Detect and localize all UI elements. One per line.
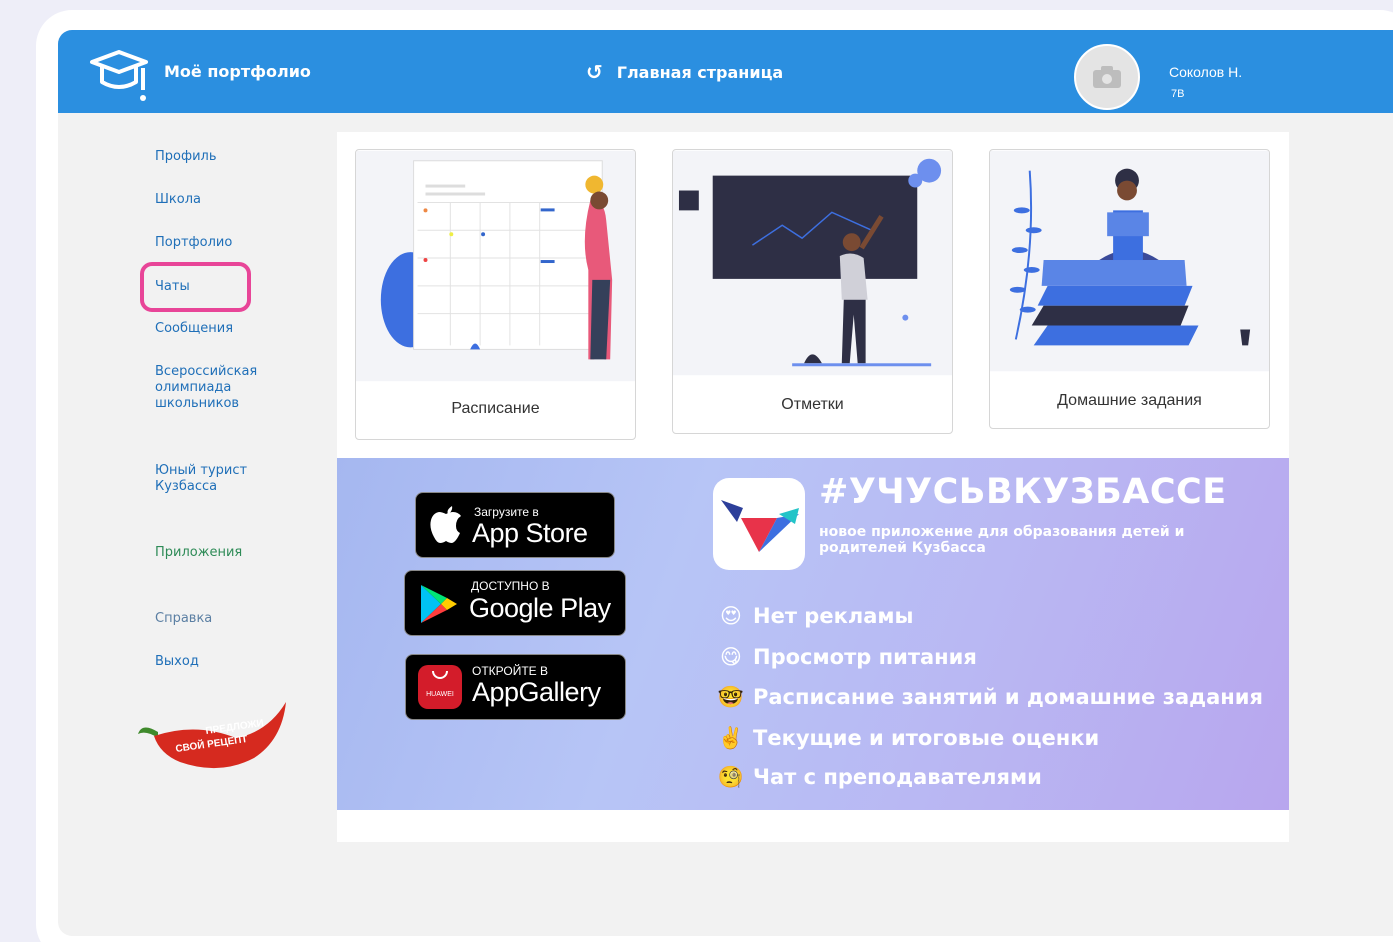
grades-illustration <box>673 150 952 376</box>
feature-item: 😋 Просмотр питания <box>717 643 977 671</box>
sidebar-item-young-tourist[interactable]: Юный турист Кузбасса <box>155 463 247 495</box>
home-link-label: Главная страница <box>616 62 784 82</box>
feature-text: Текущие и итоговые оценки <box>753 726 1100 750</box>
sidebar-item-profile[interactable]: Профиль <box>155 149 217 165</box>
user-class: 7В <box>1171 88 1185 100</box>
card-label: Отметки <box>781 396 844 413</box>
app-screen: Моё портфолио ↺ Главная страница Соколов… <box>58 30 1393 936</box>
chats-highlight <box>140 262 251 312</box>
nerd-emoji-icon: 🤓 <box>717 684 745 709</box>
card-schedule[interactable]: Расписание <box>355 149 636 440</box>
sidebar-item-messages[interactable]: Сообщения <box>155 321 233 337</box>
googleplay-small-label: ДОСТУПНО В <box>471 579 550 593</box>
homework-illustration <box>990 150 1269 372</box>
sidebar-item-logout[interactable]: Выход <box>155 654 199 670</box>
huawei-icon: HUAWEI <box>418 665 462 709</box>
googleplay-big-label: Google Play <box>469 593 611 623</box>
v-logo-icon <box>721 500 799 552</box>
feature-item: 😍 Нет рекламы <box>717 602 914 630</box>
top-bar: Моё портфолио ↺ Главная страница Соколов… <box>58 30 1393 113</box>
app-title[interactable]: Моё портфолио <box>164 62 311 81</box>
feature-text: Расписание занятий и домашние задания <box>753 685 1263 709</box>
googleplay-button[interactable]: ДОСТУПНО В Google Play <box>404 570 626 636</box>
feature-text: Чат с преподавателями <box>753 765 1042 789</box>
huawei-brand-label: HUAWEI <box>426 691 454 698</box>
avatar[interactable] <box>1074 44 1140 110</box>
feature-item: 🧐 Чат с преподавателями <box>717 763 1042 791</box>
appstore-button[interactable]: Загрузите в App Store <box>415 492 615 558</box>
appgallery-small-label: ОТКРОЙТЕ В <box>472 664 549 678</box>
sidebar-item-apps[interactable]: Приложения <box>155 545 242 561</box>
card-grades[interactable]: Отметки <box>672 149 953 434</box>
feature-item: 🤓 Расписание занятий и домашние задания <box>717 683 1263 711</box>
victory-hand-emoji-icon: ✌️ <box>717 725 745 750</box>
yum-emoji-icon: 😋 <box>720 645 742 669</box>
main-panel: Расписание Отметки Домашние задания Загр… <box>337 132 1289 842</box>
recipe-promo-pepper[interactable]: ПРЕДЛОЖИ СВОЙ РЕЦЕПТ <box>136 700 288 772</box>
google-play-icon <box>421 585 457 623</box>
sidebar-item-portfolio[interactable]: Портфолио <box>155 235 232 251</box>
apple-icon <box>430 506 461 543</box>
app-logo[interactable] <box>713 478 805 570</box>
schedule-illustration <box>356 150 635 382</box>
feature-item: ✌️ Текущие и итоговые оценки <box>717 724 1099 752</box>
feature-text: Нет рекламы <box>753 604 914 628</box>
sidebar: Профиль Школа Портфолио Чаты Сообщения В… <box>58 113 328 936</box>
card-label: Домашние задания <box>1057 392 1202 409</box>
monocle-emoji-icon: 🧐 <box>717 764 745 789</box>
bag-icon <box>432 671 448 679</box>
home-link[interactable]: ↺ Главная страница <box>586 60 783 84</box>
graduation-cap-icon <box>90 50 148 101</box>
appstore-big-label: App Store <box>472 518 588 548</box>
appgallery-big-label: AppGallery <box>472 677 601 707</box>
camera-icon <box>1093 66 1121 88</box>
appstore-small-label: Загрузите в <box>474 505 539 519</box>
appgallery-button[interactable]: HUAWEI ОТКРОЙТЕ В AppGallery <box>405 654 626 720</box>
card-homework[interactable]: Домашние задания <box>989 149 1270 429</box>
sidebar-item-school[interactable]: Школа <box>155 192 201 208</box>
feature-text: Просмотр питания <box>753 645 977 669</box>
card-label: Расписание <box>451 400 540 417</box>
app-promo-banner: Загрузите в App Store ДОСТУПНО В Google … <box>337 458 1289 810</box>
banner-tagline: новое приложение для образования детей и… <box>819 524 1185 556</box>
refresh-icon: ↺ <box>586 60 603 84</box>
hashtag-title: #УЧУСЬВКУЗБАССЕ <box>819 472 1227 512</box>
heart-eyes-emoji-icon: 😍 <box>720 604 742 628</box>
sidebar-item-help[interactable]: Справка <box>155 611 212 627</box>
user-name[interactable]: Соколов Н. <box>1169 64 1242 80</box>
sidebar-item-olympiad[interactable]: Всероссийская олимпиада школьников <box>155 364 257 412</box>
